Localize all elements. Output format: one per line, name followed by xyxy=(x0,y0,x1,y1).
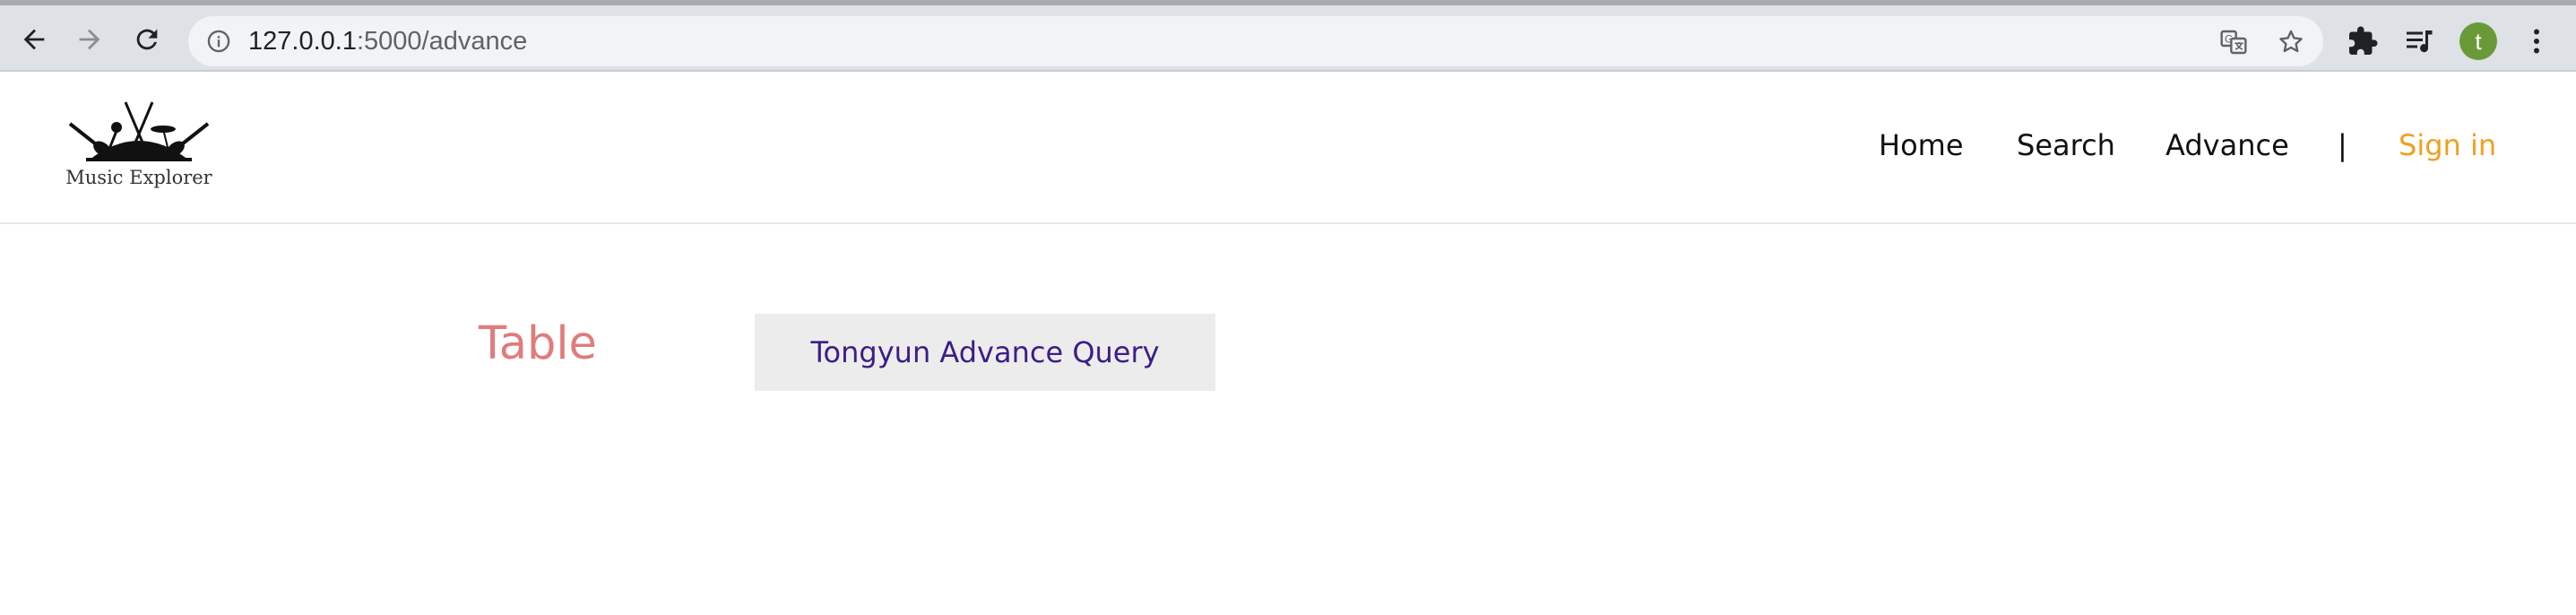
instruments-logo-icon xyxy=(68,101,210,161)
url-path: :5000/advance xyxy=(356,27,528,56)
browser-toolbar: 127.0.0.1:5000/advance G t xyxy=(0,0,2576,72)
bookmark-star-icon[interactable] xyxy=(2277,28,2305,56)
site-header: Music Explorer Home Search Advance | Sig… xyxy=(0,72,2576,224)
kebab-menu-icon[interactable] xyxy=(2520,25,2553,57)
nav-advance-link[interactable]: Advance xyxy=(2165,127,2289,163)
nav-divider: | xyxy=(2338,128,2347,162)
media-queue-icon[interactable] xyxy=(2404,25,2436,57)
sign-in-link[interactable]: Sign in xyxy=(2399,127,2496,163)
nav-home-link[interactable]: Home xyxy=(1879,127,1964,163)
page-title: Table xyxy=(479,317,597,370)
reload-icon[interactable] xyxy=(131,23,163,56)
address-bar[interactable]: 127.0.0.1:5000/advance G xyxy=(188,16,2323,66)
extensions-puzzle-icon[interactable] xyxy=(2347,25,2379,57)
translate-icon[interactable]: G xyxy=(2219,28,2248,56)
logo-text: Music Explorer xyxy=(65,167,212,188)
back-icon[interactable] xyxy=(18,23,50,56)
site-logo[interactable]: Music Explorer xyxy=(63,97,215,195)
info-icon[interactable] xyxy=(206,29,231,54)
url-text[interactable]: 127.0.0.1:5000/advance xyxy=(248,27,527,56)
profile-avatar[interactable]: t xyxy=(2459,22,2497,60)
url-host: 127.0.0.1 xyxy=(248,27,357,56)
forward-icon[interactable] xyxy=(73,23,106,56)
nav-search-link[interactable]: Search xyxy=(2017,127,2115,163)
advance-query-button[interactable]: Tongyun Advance Query xyxy=(755,314,1215,391)
